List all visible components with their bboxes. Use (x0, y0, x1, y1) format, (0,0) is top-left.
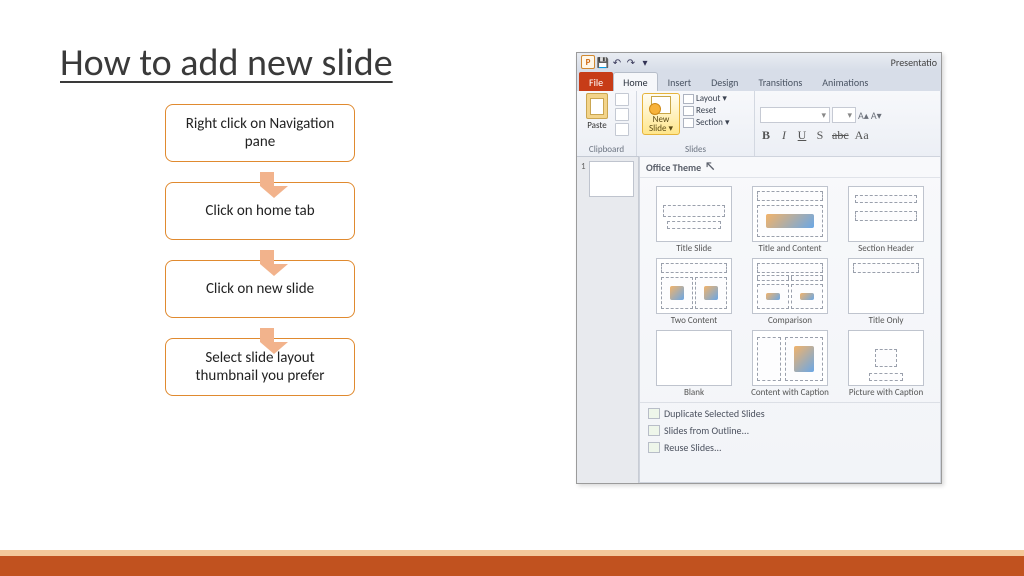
new-slide-label-2: Slide ▾ (643, 124, 679, 133)
bold-button[interactable]: B (760, 128, 772, 143)
layout-icon (683, 94, 694, 104)
tab-transitions[interactable]: Transitions (748, 72, 812, 91)
tab-file[interactable]: File (579, 72, 613, 91)
section-button[interactable]: Section ▾ (683, 117, 729, 128)
layout-picture-caption[interactable]: Picture with Caption (842, 330, 930, 398)
layout-title-content[interactable]: Title and Content (746, 186, 834, 254)
gallery-header: Office Theme ↖ (640, 157, 940, 178)
layout-title-only[interactable]: Title Only (842, 258, 930, 326)
font-size-selector[interactable]: ▾ (832, 107, 856, 123)
undo-icon[interactable]: ↶ (611, 56, 623, 68)
paste-button[interactable]: Paste (582, 93, 612, 131)
flowchart: Right click on Navigation pane Click on … (100, 104, 420, 396)
slide-thumbnail[interactable] (589, 161, 634, 197)
step-1: Right click on Navigation pane (165, 104, 355, 162)
save-icon[interactable]: 💾 (597, 56, 609, 68)
change-case-button[interactable]: Aa (855, 128, 869, 143)
group-clipboard: Paste Clipboard (577, 91, 637, 156)
footer-bar (0, 556, 1024, 576)
editor-body: 1 Office Theme ↖ Title Slide Title a (577, 157, 941, 483)
layout-blank[interactable]: Blank (650, 330, 738, 398)
layout-comparison[interactable]: Comparison (746, 258, 834, 326)
grow-font-icon[interactable]: A▴ (858, 109, 869, 122)
section-icon (683, 118, 694, 128)
italic-button[interactable]: I (778, 128, 790, 143)
strike-button[interactable]: abc (832, 128, 849, 143)
ribbon-tabs: File Home Insert Design Transitions Anim… (577, 71, 941, 91)
outline-icon (648, 425, 660, 436)
shadow-button[interactable]: S (814, 128, 826, 143)
tab-home[interactable]: Home (613, 72, 657, 91)
quick-access-toolbar: P 💾 ↶ ↷ ▾ Presentatio (577, 53, 941, 71)
font-family-selector[interactable]: ▾ (760, 107, 830, 123)
reset-icon (683, 106, 694, 116)
cursor-icon: ↖ (705, 160, 715, 174)
tutorial-slide: How to add new slide Right click on Navi… (0, 0, 1024, 576)
new-slide-icon (651, 96, 671, 114)
group-clipboard-label: Clipboard (582, 144, 631, 155)
layout-button[interactable]: Layout ▾ (683, 93, 729, 104)
paste-icon (586, 93, 608, 119)
underline-button[interactable]: U (796, 128, 808, 143)
duplicate-slides-button[interactable]: Duplicate Selected Slides (646, 405, 934, 422)
gallery-title: Office Theme (646, 161, 701, 174)
redo-icon[interactable]: ↷ (625, 56, 637, 68)
new-slide-button[interactable]: New Slide ▾ (642, 93, 680, 135)
slides-from-outline-button[interactable]: Slides from Outline... (646, 422, 934, 439)
reuse-slides-button[interactable]: Reuse Slides... (646, 439, 934, 456)
layout-content-caption[interactable]: Content with Caption (746, 330, 834, 398)
navigation-pane[interactable]: 1 (577, 157, 639, 483)
group-slides: New Slide ▾ Layout ▾ Reset Section ▾ Sli… (637, 91, 755, 156)
paste-label: Paste (587, 120, 607, 131)
layout-two-content[interactable]: Two Content (650, 258, 738, 326)
group-slides-label: Slides (642, 144, 749, 155)
tab-animations[interactable]: Animations (812, 72, 878, 91)
reuse-icon (648, 442, 660, 453)
qat-more-icon[interactable]: ▾ (639, 56, 651, 68)
reset-button[interactable]: Reset (683, 105, 729, 116)
window-title: Presentatio (891, 56, 937, 69)
tab-insert[interactable]: Insert (658, 72, 702, 91)
tab-design[interactable]: Design (701, 72, 748, 91)
layout-title-slide[interactable]: Title Slide (650, 186, 738, 254)
duplicate-icon (648, 408, 660, 419)
app-icon: P (581, 55, 595, 69)
layout-grid: Title Slide Title and Content Section He… (640, 178, 940, 402)
powerpoint-window: P 💾 ↶ ↷ ▾ Presentatio File Home Insert D… (576, 52, 942, 484)
group-font: ▾ ▾ A▴ A▾ B I U S abc Aa (755, 91, 941, 156)
clipboard-mini-buttons[interactable] (615, 93, 629, 136)
ribbon: Paste Clipboard New Slide ▾ Layout ▾ Res… (577, 91, 941, 157)
layout-gallery: Office Theme ↖ Title Slide Title and Con… (639, 156, 941, 483)
slide-number: 1 (581, 161, 586, 172)
layout-section-header[interactable]: Section Header (842, 186, 930, 254)
shrink-font-icon[interactable]: A▾ (871, 109, 882, 122)
gallery-footer: Duplicate Selected Slides Slides from Ou… (640, 402, 940, 460)
